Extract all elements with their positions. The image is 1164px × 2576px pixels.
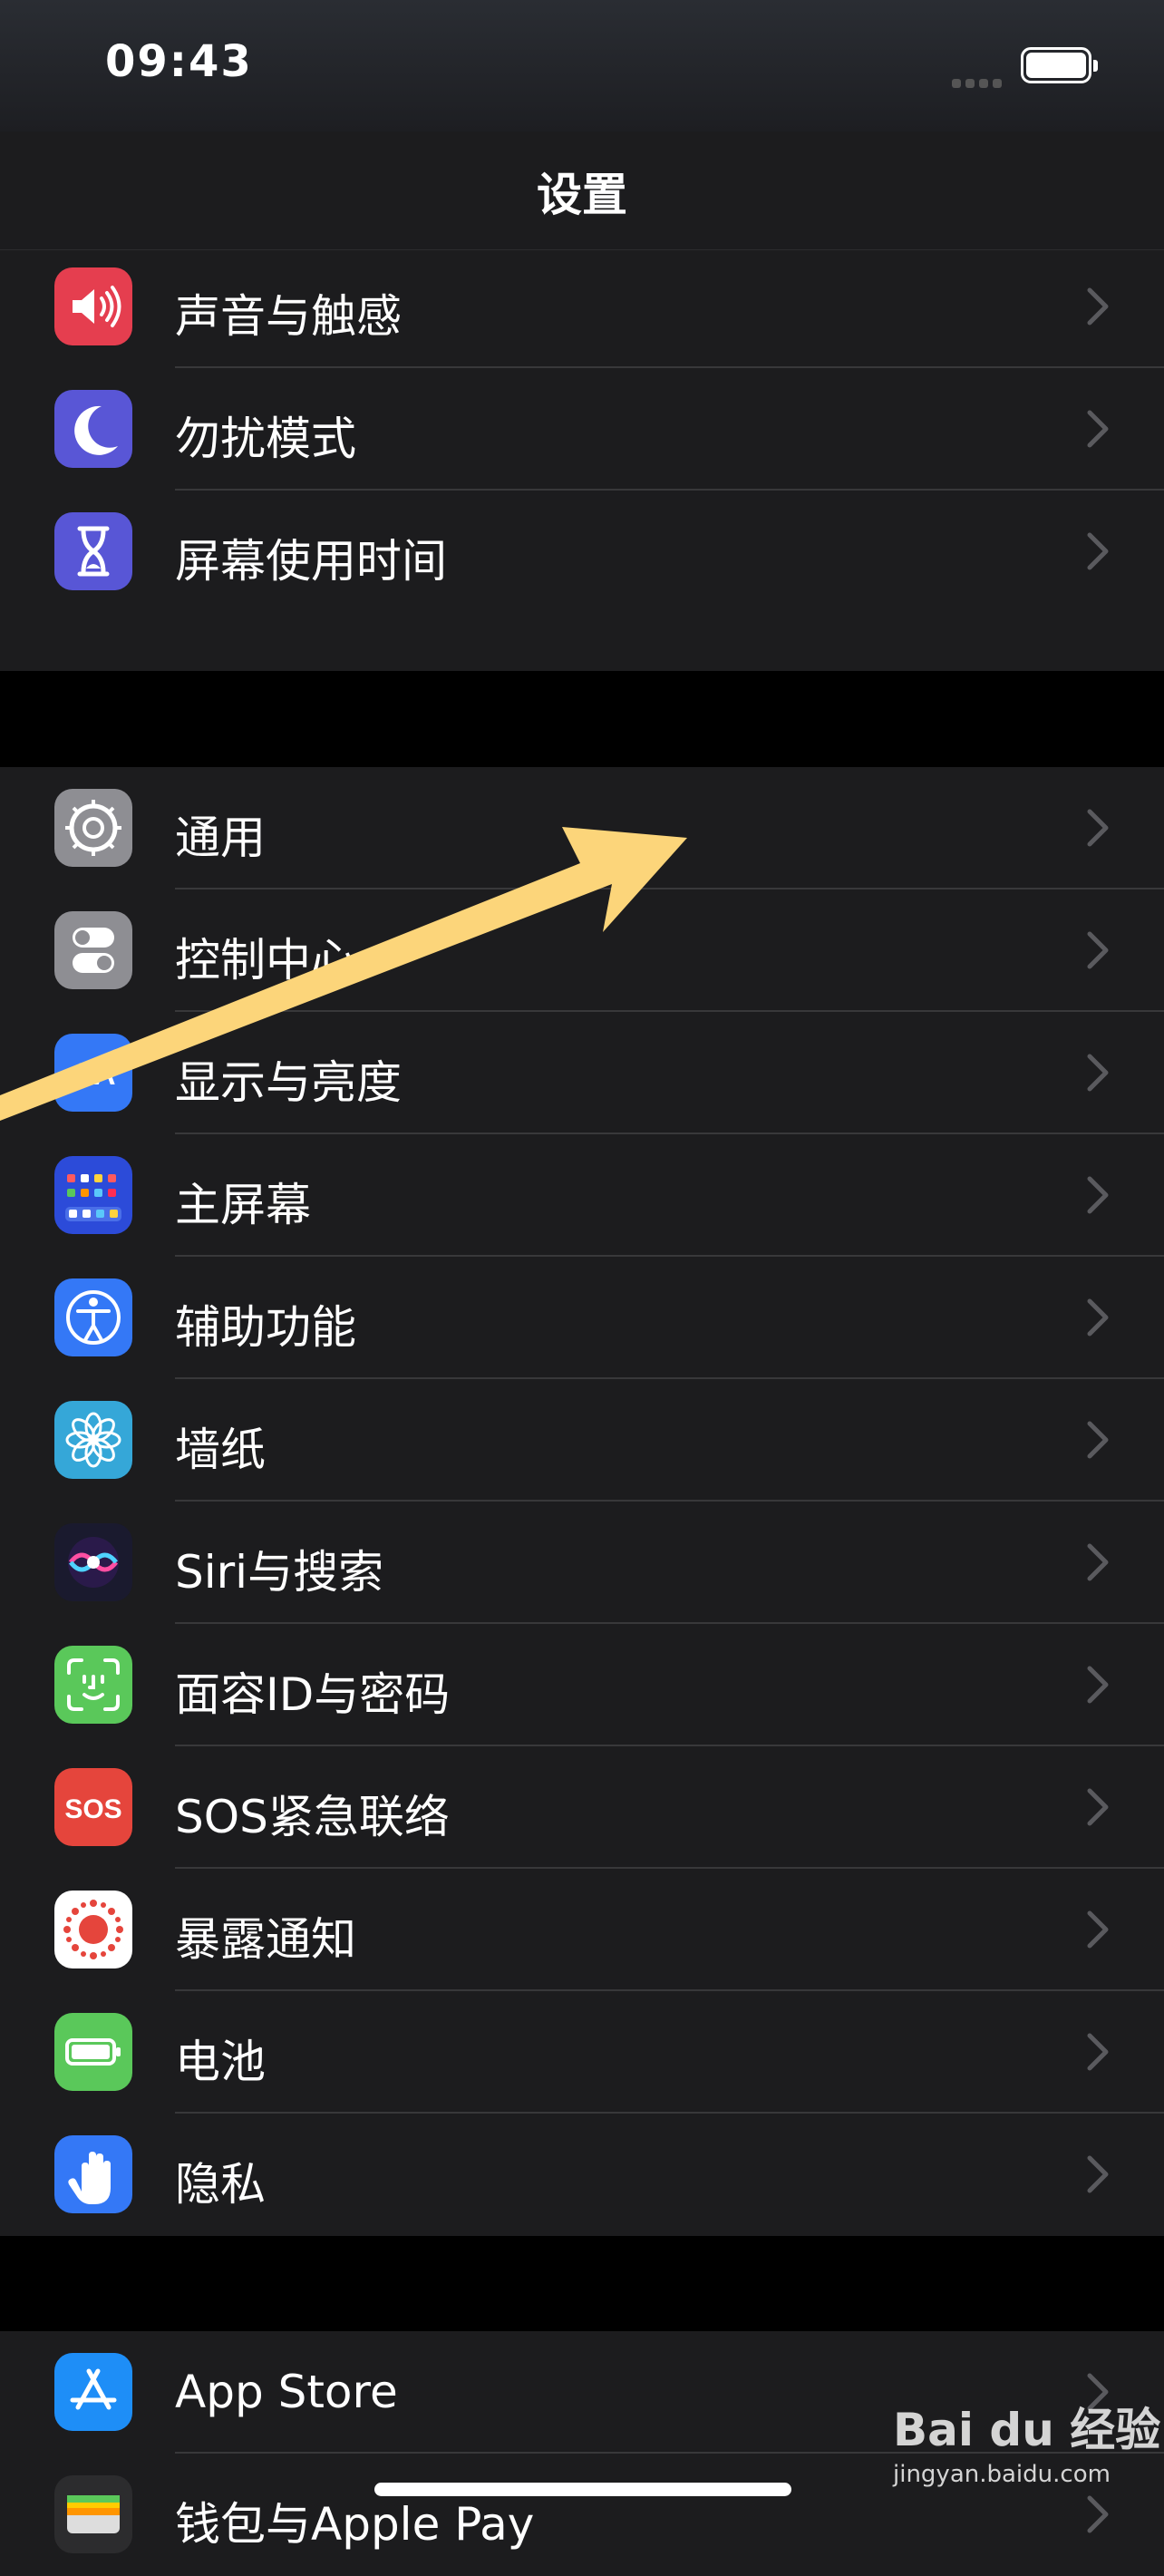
page-title: 设置 bbox=[537, 169, 627, 221]
navigation-bar: 设置 bbox=[0, 131, 1164, 250]
battery-status-icon bbox=[1021, 47, 1098, 83]
settings-row-label: App Store bbox=[175, 2366, 398, 2418]
settings-row-label: 通用 bbox=[175, 812, 266, 864]
chevron-right-icon bbox=[1084, 930, 1111, 970]
settings-row-label: 墙纸 bbox=[175, 1424, 266, 1476]
chevron-right-icon bbox=[1084, 1053, 1111, 1093]
sos-icon: SOS bbox=[54, 1768, 132, 1846]
settings-row-siri[interactable]: Siri与搜索 bbox=[0, 1502, 1164, 1624]
siri-icon bbox=[54, 1523, 132, 1601]
chevron-right-icon bbox=[1084, 409, 1111, 449]
wallet-icon bbox=[54, 2475, 132, 2553]
chevron-right-icon bbox=[1084, 808, 1111, 848]
status-bar: 09:43 bbox=[0, 0, 1164, 131]
settings-row-flower[interactable]: 墙纸 bbox=[0, 1379, 1164, 1502]
chevron-right-icon bbox=[1084, 531, 1111, 571]
speaker-icon bbox=[54, 267, 132, 345]
settings-row-label: 隐私 bbox=[175, 2158, 266, 2211]
settings-row-label: 屏幕使用时间 bbox=[175, 535, 447, 588]
chevron-right-icon bbox=[1084, 1175, 1111, 1215]
settings-row-display[interactable]: AA 显示与亮度 bbox=[0, 1012, 1164, 1134]
settings-row-hand[interactable]: 隐私 bbox=[0, 2114, 1164, 2236]
moon-icon bbox=[54, 390, 132, 468]
settings-row-label: 显示与亮度 bbox=[175, 1056, 402, 1109]
gear-icon bbox=[54, 789, 132, 867]
chevron-right-icon bbox=[1084, 1298, 1111, 1337]
settings-row-accessibility[interactable]: 辅助功能 bbox=[0, 1257, 1164, 1379]
settings-row-label: 面容ID与密码 bbox=[175, 1668, 451, 1721]
settings-row-exposure[interactable]: 暴露通知 bbox=[0, 1869, 1164, 1991]
settings-row-label: 辅助功能 bbox=[175, 1301, 356, 1354]
home-indicator[interactable] bbox=[374, 2483, 791, 2496]
baidu-watermark: Bai du 经验 jingyan.baidu.com bbox=[893, 2394, 1160, 2488]
watermark-url: jingyan.baidu.com bbox=[893, 2461, 1111, 2488]
settings-row-label: SOS紧急联络 bbox=[175, 1791, 450, 1843]
hourglass-icon bbox=[54, 512, 132, 590]
svg-text:SOS: SOS bbox=[64, 1794, 121, 1824]
face-id-icon bbox=[54, 1646, 132, 1724]
chevron-right-icon bbox=[1084, 2032, 1111, 2072]
app-store-icon bbox=[54, 2353, 132, 2431]
svg-text:AA: AA bbox=[71, 1057, 115, 1092]
settings-row-hourglass[interactable]: 屏幕使用时间 bbox=[0, 491, 1164, 613]
status-time: 09:43 bbox=[105, 36, 253, 87]
chevron-right-icon bbox=[1084, 1787, 1111, 1827]
settings-row-speaker[interactable]: 声音与触感 bbox=[0, 246, 1164, 368]
settings-row-label: 控制中心 bbox=[175, 934, 356, 987]
toggle-icon bbox=[54, 911, 132, 989]
settings-group-2: 通用 控制中心 AA 显示与亮度 主屏幕 辅助功能 墙纸 Siri与搜索 面容ID与密码 SOS S… bbox=[0, 767, 1164, 2236]
flower-icon bbox=[54, 1401, 132, 1479]
settings-row-label: 电池 bbox=[175, 2036, 266, 2088]
settings-row-label: 暴露通知 bbox=[175, 1913, 356, 1966]
settings-group-1: 通知声音与触感勿扰模式屏幕使用时间 bbox=[0, 145, 1164, 671]
settings-row-face-id[interactable]: 面容ID与密码 bbox=[0, 1624, 1164, 1746]
chevron-right-icon bbox=[1084, 1542, 1111, 1582]
battery-icon bbox=[54, 2013, 132, 2091]
home-screen-icon bbox=[54, 1156, 132, 1234]
chevron-right-icon bbox=[1084, 1665, 1111, 1705]
accessibility-icon bbox=[54, 1278, 132, 1356]
settings-row-sos[interactable]: SOS SOS紧急联络 bbox=[0, 1746, 1164, 1869]
display-icon: AA bbox=[54, 1034, 132, 1112]
chevron-right-icon bbox=[1084, 1420, 1111, 1460]
watermark-logo: Bai du 经验 bbox=[893, 2404, 1161, 2456]
settings-row-label: 勿扰模式 bbox=[175, 413, 356, 465]
settings-row-label: 声音与触感 bbox=[175, 290, 402, 343]
settings-row-toggle[interactable]: 控制中心 bbox=[0, 889, 1164, 1012]
hand-icon bbox=[54, 2135, 132, 2213]
settings-row-home-screen[interactable]: 主屏幕 bbox=[0, 1134, 1164, 1257]
exposure-icon bbox=[54, 1891, 132, 1968]
settings-row-battery[interactable]: 电池 bbox=[0, 1991, 1164, 2114]
settings-row-label: 钱包与Apple Pay bbox=[175, 2498, 535, 2551]
chevron-right-icon bbox=[1084, 2494, 1111, 2534]
chevron-right-icon bbox=[1084, 1910, 1111, 1949]
chevron-right-icon bbox=[1084, 287, 1111, 326]
signal-icon bbox=[952, 74, 1006, 92]
settings-row-label: Siri与搜索 bbox=[175, 1546, 384, 1599]
settings-row-label: 主屏幕 bbox=[175, 1179, 311, 1231]
settings-row-gear[interactable]: 通用 bbox=[0, 767, 1164, 889]
chevron-right-icon bbox=[1084, 2154, 1111, 2194]
settings-row-moon[interactable]: 勿扰模式 bbox=[0, 368, 1164, 491]
